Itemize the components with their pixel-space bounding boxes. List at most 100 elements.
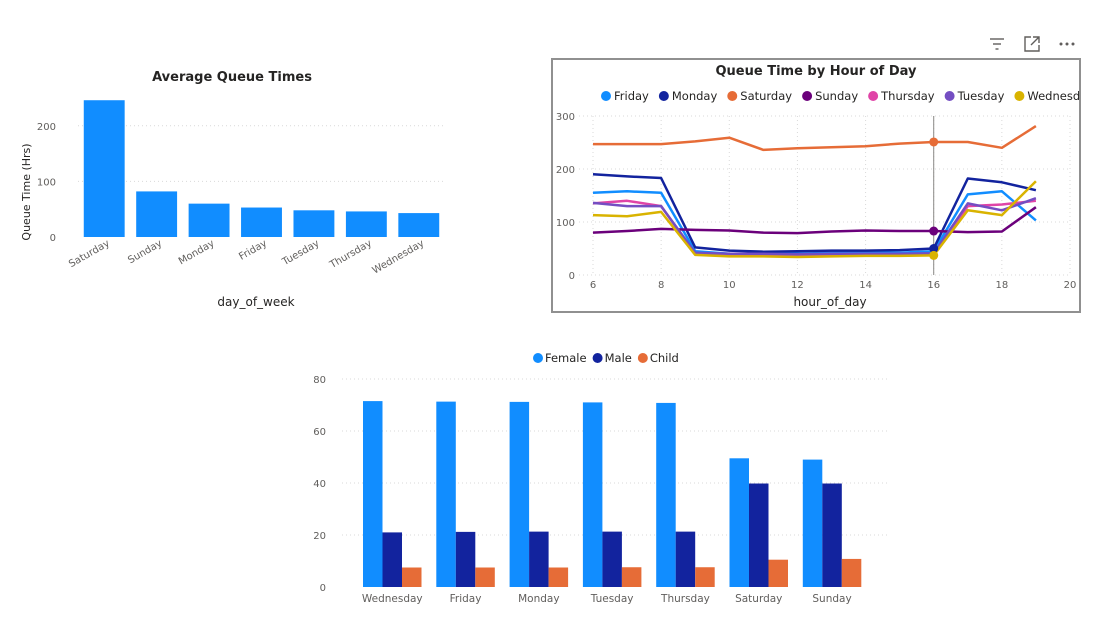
bar-monday[interactable] bbox=[188, 203, 230, 237]
bar-sunday-female[interactable] bbox=[802, 459, 823, 587]
bar-sunday-male[interactable] bbox=[822, 483, 842, 587]
x-tick-label: Thursday bbox=[327, 238, 374, 271]
bar-wednesday-female[interactable] bbox=[363, 401, 383, 587]
bar-thursday-child[interactable] bbox=[695, 567, 715, 587]
hover-point-saturday bbox=[929, 137, 939, 147]
hover-point-wednesday bbox=[929, 250, 939, 260]
bar-saturday[interactable] bbox=[83, 100, 125, 237]
visual-header bbox=[980, 32, 1080, 56]
bar-sunday[interactable] bbox=[136, 191, 178, 237]
bar-sunday-child[interactable] bbox=[841, 558, 862, 587]
x-tick-label: Sunday bbox=[812, 593, 851, 605]
queue-time-by-hour-svg: Queue Time by Hour of Day Friday Monday Sa… bbox=[556, 64, 1079, 309]
bar-wednesday-male[interactable] bbox=[382, 532, 403, 587]
x-tick-label: 20 bbox=[1064, 280, 1077, 291]
x-tick-label: Wednesday bbox=[362, 593, 423, 605]
x-tick-label: Monday bbox=[518, 593, 559, 605]
bar-saturday-male[interactable] bbox=[749, 483, 769, 587]
legend-label[interactable]: Sunday bbox=[815, 89, 858, 103]
bar-friday[interactable] bbox=[241, 207, 282, 237]
y-tick-label: 300 bbox=[556, 112, 575, 123]
bar-friday-female[interactable] bbox=[436, 401, 456, 587]
y-tick-label: 100 bbox=[556, 218, 575, 229]
legend-marker bbox=[868, 91, 879, 101]
y-tick-label: 80 bbox=[313, 375, 326, 386]
x-tick-label: Saturday bbox=[67, 238, 112, 270]
x-tick-label: 6 bbox=[590, 280, 596, 291]
y-tick-label: 0 bbox=[320, 583, 326, 594]
bar-thursday-male[interactable] bbox=[675, 531, 696, 587]
x-tick-label: Thursday bbox=[660, 593, 710, 605]
legend-marker bbox=[601, 91, 611, 101]
gender-by-day-svg: Female Male Child 0 20 40 60 80 Wednesday Frida… bbox=[313, 351, 890, 605]
gender-by-day-chart[interactable]: Female Male Child 0 20 40 60 80 Wednesday Frida… bbox=[300, 345, 900, 615]
bar-tuesday-male[interactable] bbox=[602, 531, 622, 587]
chart-title: Queue Time by Hour of Day bbox=[716, 64, 918, 79]
legend-marker bbox=[533, 353, 543, 363]
x-tick-label: Tuesday bbox=[280, 238, 322, 268]
bar-wednesday-child[interactable] bbox=[402, 567, 422, 588]
hover-point-sunday bbox=[929, 226, 939, 236]
x-axis-label: day_of_week bbox=[217, 295, 294, 309]
bar-monday-male[interactable] bbox=[529, 531, 549, 587]
legend-marker bbox=[802, 91, 813, 101]
x-axis-label: hour_of_day bbox=[793, 295, 866, 309]
legend-label[interactable]: Thursday bbox=[880, 89, 935, 103]
x-tick-label: 10 bbox=[723, 280, 736, 291]
x-tick-label: 16 bbox=[927, 280, 940, 291]
filter-icon[interactable] bbox=[985, 32, 1009, 56]
legend-marker bbox=[592, 353, 603, 363]
x-tick-label: 18 bbox=[995, 280, 1008, 291]
legend-label[interactable]: Wednesday bbox=[1027, 89, 1079, 103]
legend-marker bbox=[658, 91, 669, 101]
legend-label[interactable]: Child bbox=[650, 351, 679, 365]
series-line-saturday[interactable] bbox=[593, 125, 1037, 152]
legend-marker bbox=[944, 91, 955, 101]
legend-label[interactable]: Saturday bbox=[740, 89, 792, 103]
bar-friday-child[interactable] bbox=[475, 567, 495, 588]
y-tick-label: 40 bbox=[313, 479, 326, 490]
bar-monday-child[interactable] bbox=[548, 567, 569, 588]
y-tick-label: 200 bbox=[37, 122, 56, 133]
legend-marker bbox=[1014, 91, 1025, 101]
y-axis-label: Queue Time (Hrs) bbox=[20, 143, 33, 240]
y-tick-label: 0 bbox=[569, 271, 575, 282]
queue-time-by-hour-chart[interactable]: Queue Time by Hour of Day Friday Monday Sa… bbox=[551, 58, 1081, 313]
bar-monday-female[interactable] bbox=[509, 401, 530, 587]
average-queue-times-chart[interactable]: Average Queue Times 0 100 200 Saturday Sund… bbox=[10, 55, 460, 320]
x-tick-label: Friday bbox=[450, 593, 482, 605]
series-line-friday[interactable] bbox=[592, 190, 1037, 256]
legend-label[interactable]: Tuesday bbox=[957, 89, 1005, 103]
x-tick-label: Friday bbox=[237, 238, 269, 263]
bar-tuesday-child[interactable] bbox=[621, 567, 642, 587]
bar-saturday-female[interactable] bbox=[729, 458, 750, 587]
bar-tuesday-female[interactable] bbox=[582, 402, 603, 587]
x-tick-label: Wednesday bbox=[371, 238, 427, 277]
bar-saturday-child[interactable] bbox=[768, 559, 789, 587]
bar-wednesday[interactable] bbox=[398, 213, 440, 237]
x-tick-label: Saturday bbox=[735, 593, 782, 605]
x-tick-label: Tuesday bbox=[590, 593, 634, 605]
legend-marker bbox=[727, 91, 738, 101]
x-tick-label: Monday bbox=[177, 238, 217, 267]
bar-thursday[interactable] bbox=[345, 211, 387, 237]
legend-label[interactable]: Friday bbox=[614, 89, 649, 103]
legend-label[interactable]: Male bbox=[605, 351, 632, 365]
y-tick-label: 100 bbox=[37, 177, 56, 188]
x-tick-label: 14 bbox=[859, 280, 872, 291]
y-tick-label: 0 bbox=[50, 233, 56, 244]
x-tick-label: 8 bbox=[658, 280, 664, 291]
bar-friday-male[interactable] bbox=[455, 531, 476, 587]
chart-title: Average Queue Times bbox=[152, 70, 312, 85]
average-queue-times-svg: Average Queue Times 0 100 200 Saturday Sund… bbox=[20, 70, 445, 309]
legend-label[interactable]: Monday bbox=[672, 89, 718, 103]
y-tick-label: 60 bbox=[313, 427, 326, 438]
legend-label[interactable]: Female bbox=[545, 351, 587, 365]
bar-tuesday[interactable] bbox=[293, 210, 335, 237]
focus-mode-icon[interactable] bbox=[1020, 32, 1044, 56]
more-options-icon[interactable] bbox=[1055, 32, 1079, 56]
y-tick-label: 200 bbox=[556, 165, 575, 176]
x-tick-label: 12 bbox=[791, 280, 804, 291]
bar-thursday-female[interactable] bbox=[656, 402, 676, 587]
y-tick-label: 20 bbox=[313, 531, 326, 542]
